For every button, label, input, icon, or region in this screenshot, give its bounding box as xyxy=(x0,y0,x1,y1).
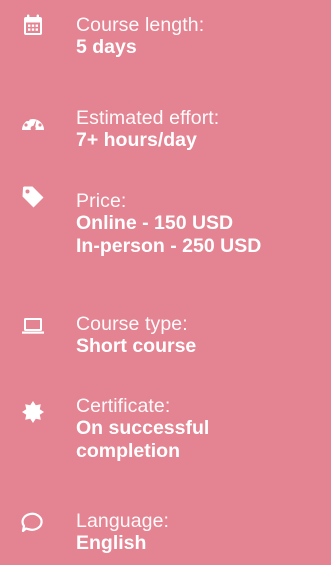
info-text: Course length: 5 days xyxy=(76,14,326,59)
calendar-icon xyxy=(18,10,48,40)
info-text: Price: Online - 150 USD In-person - 250 … xyxy=(76,190,326,258)
course-info-list: Course length: 5 days Estimated effort: … xyxy=(0,0,331,565)
price-tag-icon xyxy=(18,182,48,212)
speech-bubble-icon xyxy=(18,506,48,536)
info-label: Certificate: xyxy=(76,395,171,417)
certificate-badge-icon xyxy=(18,397,48,427)
info-label: Course length: xyxy=(76,14,205,36)
info-text: Estimated effort: 7+ hours/day xyxy=(76,107,326,152)
info-value: 7+ hours/day xyxy=(76,129,197,151)
info-value: 5 days xyxy=(76,36,137,58)
info-value: completion xyxy=(76,440,181,462)
info-value: Short course xyxy=(76,335,197,357)
info-value: English xyxy=(76,532,147,554)
info-label: Course type: xyxy=(76,313,188,335)
info-label: Language: xyxy=(76,510,170,532)
info-text: Certificate: On successful completion xyxy=(76,395,326,463)
info-value: In-person - 250 USD xyxy=(76,235,262,257)
laptop-icon xyxy=(18,311,48,341)
speedometer-icon xyxy=(18,107,48,137)
info-value: On successful xyxy=(76,417,210,439)
info-text: Language: English xyxy=(76,510,326,555)
info-text: Course type: Short course xyxy=(76,313,326,358)
info-value: Online - 150 USD xyxy=(76,212,234,234)
info-label: Price: xyxy=(76,190,127,212)
info-label: Estimated effort: xyxy=(76,107,220,129)
